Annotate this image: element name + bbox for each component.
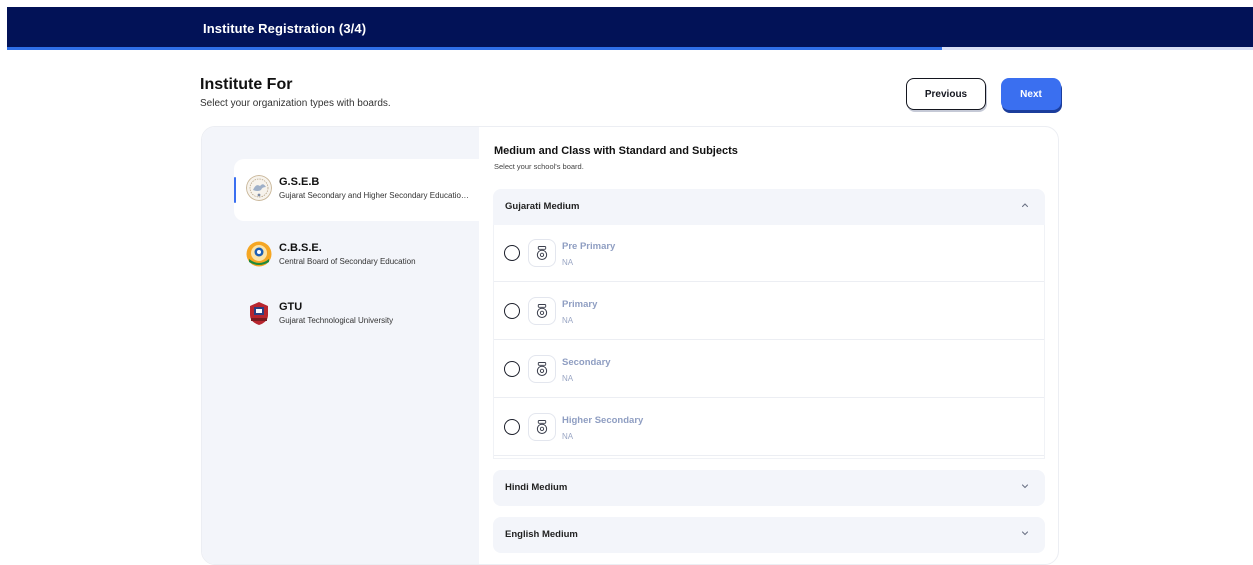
class-row-primary[interactable]: Primary NA bbox=[494, 283, 1044, 340]
class-subtitle: NA bbox=[562, 374, 574, 383]
board-short-name: GTU bbox=[279, 301, 303, 313]
radio-button[interactable] bbox=[504, 361, 520, 377]
chevron-up-icon bbox=[1021, 203, 1029, 208]
previous-button[interactable]: Previous bbox=[906, 78, 986, 110]
class-row-secondary[interactable]: Secondary NA bbox=[494, 341, 1044, 398]
accordion-label: Hindi Medium bbox=[505, 482, 568, 493]
registration-step-title: Institute Registration (3/4) bbox=[203, 21, 367, 36]
board-item-gtu[interactable]: GTU Gujarat Technological University bbox=[234, 284, 479, 346]
cbse-logo-icon bbox=[246, 241, 272, 267]
class-icon bbox=[528, 355, 556, 383]
accordion-english-medium[interactable]: English Medium bbox=[493, 517, 1045, 553]
class-subtitle: NA bbox=[562, 432, 574, 441]
panel-title: Medium and Class with Standard and Subje… bbox=[494, 145, 738, 157]
chevron-down-icon bbox=[1021, 484, 1029, 489]
accordion-label: Gujarati Medium bbox=[505, 201, 580, 212]
class-title: Primary bbox=[562, 299, 598, 310]
radio-button[interactable] bbox=[504, 245, 520, 261]
page-subtitle: Select your organization types with boar… bbox=[200, 98, 391, 109]
class-icon bbox=[528, 413, 556, 441]
gtu-logo-icon bbox=[250, 302, 268, 325]
badge-icon bbox=[536, 362, 548, 377]
gseb-logo-icon bbox=[246, 175, 272, 201]
badge-icon bbox=[536, 304, 548, 319]
medium-class-panel: Medium and Class with Standard and Subje… bbox=[479, 127, 1058, 564]
class-title: Higher Secondary bbox=[562, 415, 644, 426]
class-icon bbox=[528, 239, 556, 267]
board-item-cbse[interactable]: C.B.S.E. Central Board of Secondary Educ… bbox=[234, 225, 479, 287]
accordion-label: English Medium bbox=[505, 529, 578, 540]
board-full-name: Central Board of Secondary Education bbox=[279, 257, 416, 266]
board-item-gseb[interactable]: G.S.E.B Gujarat Secondary and Higher Sec… bbox=[234, 159, 479, 221]
class-icon bbox=[528, 297, 556, 325]
panel-subtitle: Select your school's board. bbox=[494, 162, 584, 171]
class-subtitle: NA bbox=[562, 316, 574, 325]
badge-icon bbox=[536, 420, 548, 435]
next-button[interactable]: Next bbox=[1001, 78, 1061, 110]
radio-button[interactable] bbox=[504, 303, 520, 319]
board-full-name: Gujarat Technological University bbox=[279, 316, 394, 325]
top-bar: Institute Registration (3/4) bbox=[7, 7, 1253, 49]
gujarati-class-list: Pre Primary NA Primary NA Secondary NA H… bbox=[493, 225, 1045, 459]
board-short-name: G.S.E.B bbox=[279, 176, 320, 188]
selection-card: G.S.E.B Gujarat Secondary and Higher Sec… bbox=[201, 126, 1059, 565]
board-sidebar: G.S.E.B Gujarat Secondary and Higher Sec… bbox=[202, 127, 479, 564]
class-title: Pre Primary bbox=[562, 241, 616, 252]
radio-button[interactable] bbox=[504, 419, 520, 435]
accordion-hindi-medium[interactable]: Hindi Medium bbox=[493, 470, 1045, 506]
page-title: Institute For bbox=[200, 76, 293, 93]
class-row-pre-primary[interactable]: Pre Primary NA bbox=[494, 225, 1044, 282]
chevron-down-icon bbox=[1021, 531, 1029, 536]
board-full-name: Gujarat Secondary and Higher Secondary E… bbox=[279, 191, 471, 200]
class-row-higher-secondary[interactable]: Higher Secondary NA bbox=[494, 399, 1044, 456]
class-subtitle: NA bbox=[562, 258, 574, 267]
class-title: Secondary bbox=[562, 357, 611, 368]
progress-fill bbox=[7, 47, 942, 50]
board-short-name: C.B.S.E. bbox=[279, 242, 322, 254]
badge-icon bbox=[536, 246, 548, 261]
progress-bar bbox=[7, 47, 1253, 50]
accordion-gujarati-medium[interactable]: Gujarati Medium bbox=[493, 189, 1045, 225]
